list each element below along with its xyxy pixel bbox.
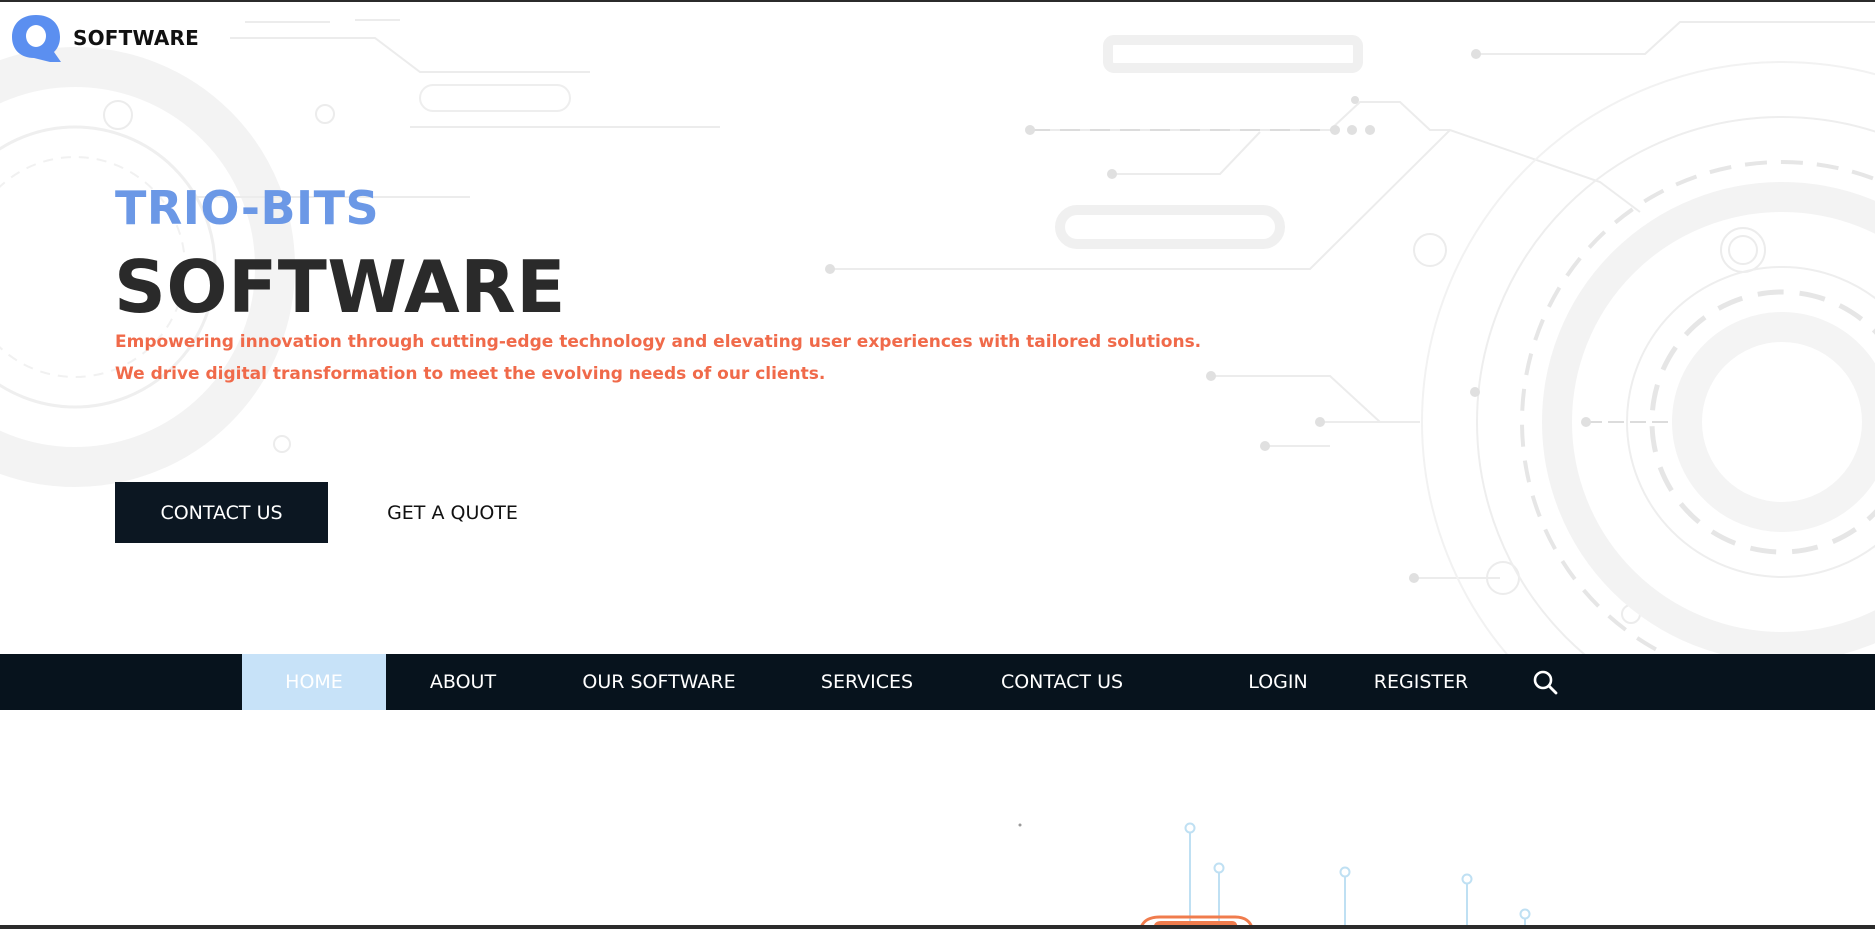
search-icon[interactable] bbox=[1532, 669, 1558, 695]
hero-kicker: TRIO-BITS bbox=[115, 181, 380, 235]
hero-description-line: We drive digital transformation to meet … bbox=[115, 364, 826, 384]
circuit-lines-graphic bbox=[1018, 822, 1531, 929]
brand-name: SOFTWARE bbox=[73, 26, 200, 50]
nav-item-about[interactable]: ABOUT bbox=[408, 654, 518, 710]
hero-description-line: Empowering innovation through cutting-ed… bbox=[115, 332, 1202, 352]
nav-item-login[interactable]: LOGIN bbox=[1232, 654, 1324, 710]
nav-item-register[interactable]: REGISTER bbox=[1364, 654, 1478, 710]
contact-us-button[interactable]: CONTACT US bbox=[115, 482, 328, 543]
nav-item-contact-us[interactable]: CONTACT US bbox=[984, 654, 1140, 710]
nav-item-services[interactable]: SERVICES bbox=[804, 654, 930, 710]
get-a-quote-button[interactable]: GET A QUOTE bbox=[370, 482, 535, 543]
nav-item-our-software[interactable]: OUR SOFTWARE bbox=[565, 654, 753, 710]
page-frame: SOFTWARE TRIO-BITS SOFTWARE Empowering i… bbox=[0, 0, 1875, 929]
main-navigation: HOME ABOUT OUR SOFTWARE SERVICES CONTACT… bbox=[0, 654, 1875, 710]
hero-description: Empowering innovation through cutting-ed… bbox=[115, 326, 1201, 390]
hero-title: SOFTWARE bbox=[114, 245, 566, 329]
brand-logo[interactable]: SOFTWARE bbox=[10, 13, 199, 63]
nav-item-home[interactable]: HOME bbox=[242, 654, 386, 710]
q-logo-icon bbox=[12, 15, 61, 62]
next-section-preview bbox=[0, 710, 1875, 929]
hero-section: SOFTWARE TRIO-BITS SOFTWARE Empowering i… bbox=[0, 2, 1875, 654]
